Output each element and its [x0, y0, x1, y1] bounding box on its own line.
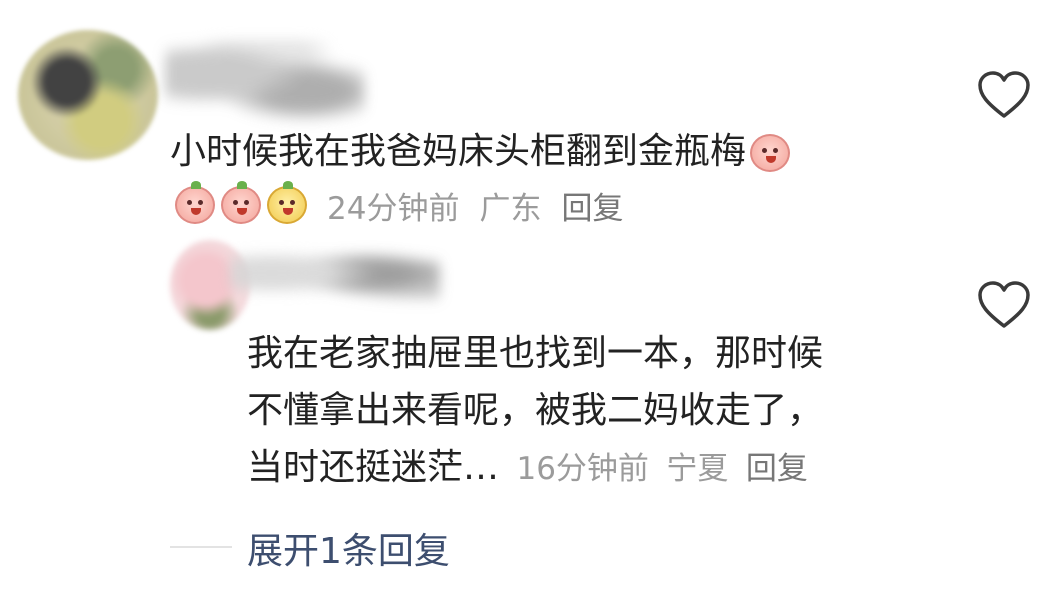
- pink-emoji-icon: [221, 181, 261, 224]
- comment-text: 小时候我在我爸妈床头柜翻到金瓶梅: [170, 128, 791, 176]
- username-blurred[interactable]: [230, 238, 440, 308]
- heart-icon[interactable]: [977, 280, 1031, 330]
- divider: [170, 546, 232, 548]
- yellow-emoji-icon: [267, 181, 307, 224]
- heart-icon[interactable]: [977, 70, 1031, 120]
- comment-location: 宁夏: [666, 451, 729, 487]
- comment-line: 当时还挺迷茫…: [247, 447, 500, 488]
- comment-time: 24分钟前: [327, 190, 460, 227]
- reply-button[interactable]: 回复: [561, 183, 623, 228]
- pink-emoji-icon: [175, 181, 215, 224]
- comment-text: 我在老家抽屉里也找到一本，那时候 不懂拿出来看呢，被我二妈收走了， 当时还挺迷茫…: [247, 325, 927, 498]
- reply-button[interactable]: 回复: [746, 451, 808, 487]
- comment-line: 不懂拿出来看呢，被我二妈收走了，: [247, 390, 824, 431]
- username-blurred[interactable]: [165, 40, 365, 125]
- comment-time: 16分钟前: [516, 451, 649, 487]
- comment-line-last: 当时还挺迷茫… 16分钟前 宁夏 回复: [247, 439, 927, 498]
- expand-replies-button[interactable]: 展开1条回复: [247, 522, 450, 574]
- comment-body: 小时候我在我爸妈床头柜翻到金瓶梅: [170, 131, 747, 172]
- scared-emoji-icon: [750, 134, 791, 172]
- avatar[interactable]: [18, 30, 158, 160]
- comment-meta: 24分钟前 广东 回复: [175, 181, 623, 228]
- comment-location: 广东: [479, 190, 542, 227]
- comment-line: 我在老家抽屉里也找到一本，那时候: [247, 333, 824, 374]
